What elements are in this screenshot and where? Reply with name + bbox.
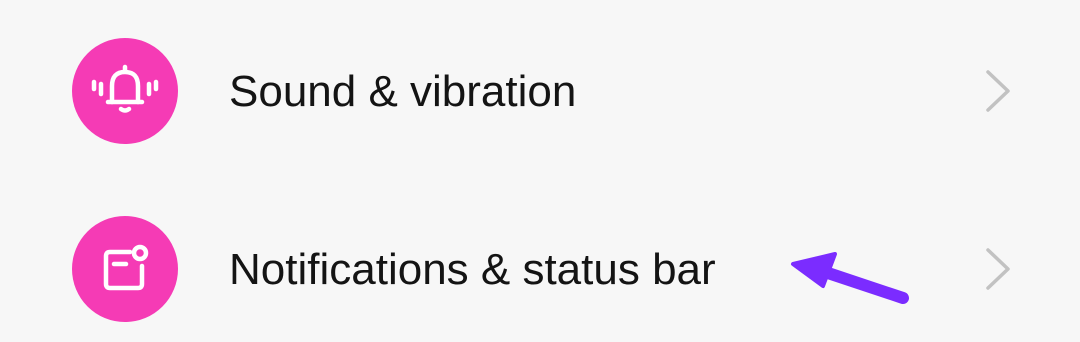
settings-item-label: Notifications & status bar [229, 245, 716, 294]
settings-item-notifications-status-bar[interactable]: Notifications & status bar [0, 194, 1080, 342]
bell-sound-icon [91, 64, 159, 113]
arrow-pointer-icon [791, 252, 909, 304]
sound-vibration-icon-badge [72, 38, 178, 144]
notifications-icon-badge [72, 216, 178, 322]
settings-item-label: Sound & vibration [229, 67, 577, 116]
chevron-right-icon [986, 248, 1010, 290]
settings-list: Sound & vibration Notifications & status… [0, 0, 1080, 342]
chevron-right-icon [986, 70, 1010, 112]
settings-item-sound-vibration[interactable]: Sound & vibration [0, 16, 1080, 166]
notification-icon [103, 244, 149, 291]
